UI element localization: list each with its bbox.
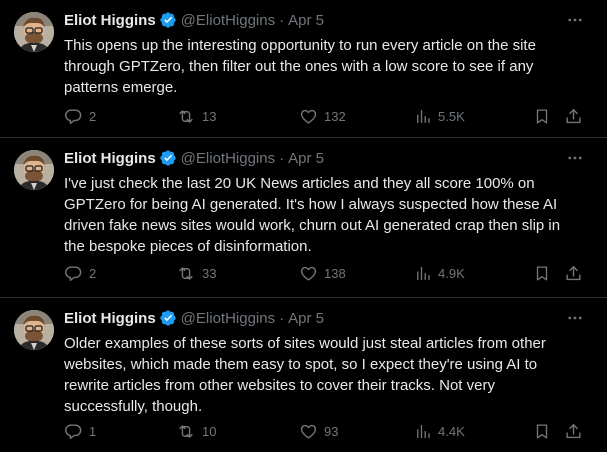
like-count: 138 <box>324 265 346 281</box>
tweet[interactable]: Eliot Higgins @EliotHiggins · Apr 5 This… <box>0 0 607 138</box>
avatar[interactable] <box>14 310 54 350</box>
tweet-header: Eliot Higgins @EliotHiggins · Apr 5 <box>64 10 324 30</box>
more-icon[interactable] <box>565 10 585 30</box>
author-handle[interactable]: @EliotHiggins <box>181 12 275 29</box>
reply-icon <box>64 107 83 126</box>
author-name[interactable]: Eliot Higgins <box>64 310 156 327</box>
tweet-date[interactable]: Apr 5 <box>288 310 324 327</box>
repost-icon <box>176 264 196 283</box>
separator: · <box>279 309 285 327</box>
tweet-text: Older examples of these sorts of sites w… <box>64 333 584 417</box>
bookmark-button[interactable] <box>533 420 551 442</box>
like-count: 93 <box>324 423 339 439</box>
tweet-text-line: This opens up the interesting opportunit… <box>64 37 536 54</box>
like-button[interactable]: 93 <box>299 420 338 442</box>
avatar[interactable] <box>14 150 54 190</box>
views-icon <box>414 107 432 126</box>
views-button[interactable]: 4.9K <box>414 262 465 284</box>
views-icon <box>414 422 432 441</box>
repost-button[interactable]: 13 <box>176 105 216 127</box>
share-icon <box>564 107 583 126</box>
views-count: 5.5K <box>438 108 465 124</box>
action-bar: 1 10 93 4.4K <box>64 420 591 442</box>
reply-count: 2 <box>89 108 97 124</box>
tweet-header: Eliot Higgins @EliotHiggins · Apr 5 <box>64 148 324 168</box>
repost-count: 10 <box>202 423 217 439</box>
share-button[interactable] <box>564 105 583 127</box>
tweet-header: Eliot Higgins @EliotHiggins · Apr 5 <box>64 308 324 328</box>
reply-button[interactable]: 1 <box>64 420 96 442</box>
share-icon <box>564 264 583 283</box>
tweet[interactable]: Eliot Higgins @EliotHiggins · Apr 5 I've… <box>0 138 607 298</box>
repost-icon <box>176 107 196 126</box>
bookmark-button[interactable] <box>533 262 551 284</box>
author-handle[interactable]: @EliotHiggins <box>181 310 275 327</box>
repost-icon <box>176 422 196 441</box>
views-button[interactable]: 5.5K <box>414 105 465 127</box>
more-icon[interactable] <box>565 308 585 328</box>
bookmark-button[interactable] <box>533 105 551 127</box>
separator: · <box>279 149 285 167</box>
views-count: 4.9K <box>438 265 465 281</box>
share-button[interactable] <box>564 262 583 284</box>
like-count: 132 <box>324 108 346 124</box>
like-button[interactable]: 138 <box>299 262 346 284</box>
bookmark-icon <box>533 264 551 283</box>
reply-count: 1 <box>89 423 97 439</box>
heart-icon <box>299 107 318 126</box>
separator: · <box>279 11 285 29</box>
reply-icon <box>64 264 83 283</box>
reply-button[interactable]: 2 <box>64 105 96 127</box>
tweet[interactable]: Eliot Higgins @EliotHiggins · Apr 5 Olde… <box>0 298 607 452</box>
tweet-date[interactable]: Apr 5 <box>288 150 324 167</box>
heart-icon <box>299 422 318 441</box>
author-name[interactable]: Eliot Higgins <box>64 12 156 29</box>
share-button[interactable] <box>564 420 583 442</box>
action-bar: 2 33 138 4.9K <box>64 262 591 284</box>
bookmark-icon <box>533 422 551 441</box>
author-name[interactable]: Eliot Higgins <box>64 150 156 167</box>
more-icon[interactable] <box>565 148 585 168</box>
views-count: 4.4K <box>438 423 465 439</box>
share-icon <box>564 422 583 441</box>
repost-button[interactable]: 33 <box>176 262 216 284</box>
reply-icon <box>64 422 83 441</box>
tweet-text-line: driven fake news sites would work, churn… <box>64 217 561 234</box>
tweet-text: I've just check the last 20 UK News arti… <box>64 173 584 257</box>
heart-icon <box>299 264 318 283</box>
tweet-text-line: GPTZero for being AI generated. It's how… <box>64 196 558 213</box>
tweet-text-line: the bespoke pieces of disinformation. <box>64 238 312 255</box>
tweet-text: This opens up the interesting opportunit… <box>64 35 584 98</box>
tweet-feed: Eliot Higgins @EliotHiggins · Apr 5 This… <box>0 0 607 452</box>
bookmark-icon <box>533 107 551 126</box>
repost-count: 33 <box>202 265 217 281</box>
action-bar: 2 13 132 5.5K <box>64 105 591 127</box>
views-icon <box>414 264 432 283</box>
reply-button[interactable]: 2 <box>64 262 96 284</box>
verified-badge-icon <box>159 149 177 167</box>
tweet-text-line: patterns emerge. <box>64 79 178 96</box>
like-button[interactable]: 132 <box>299 105 346 127</box>
tweet-text-line: I've just check the last 20 UK News arti… <box>64 175 535 192</box>
tweet-text-line: rewrite articles from other websites to … <box>64 377 495 394</box>
tweet-text-line: websites, which made them easy to spot, … <box>64 356 538 373</box>
avatar[interactable] <box>14 12 54 52</box>
verified-badge-icon <box>159 11 177 29</box>
author-handle[interactable]: @EliotHiggins <box>181 150 275 167</box>
reply-count: 2 <box>89 265 97 281</box>
tweet-text-line: Older examples of these sorts of sites w… <box>64 335 546 352</box>
repost-count: 13 <box>202 108 217 124</box>
repost-button[interactable]: 10 <box>176 420 216 442</box>
views-button[interactable]: 4.4K <box>414 420 465 442</box>
tweet-date[interactable]: Apr 5 <box>288 12 324 29</box>
tweet-text-line: successfully, though. <box>64 398 203 415</box>
tweet-text-line: through GPTZero, then filter out the one… <box>64 58 534 75</box>
verified-badge-icon <box>159 309 177 327</box>
